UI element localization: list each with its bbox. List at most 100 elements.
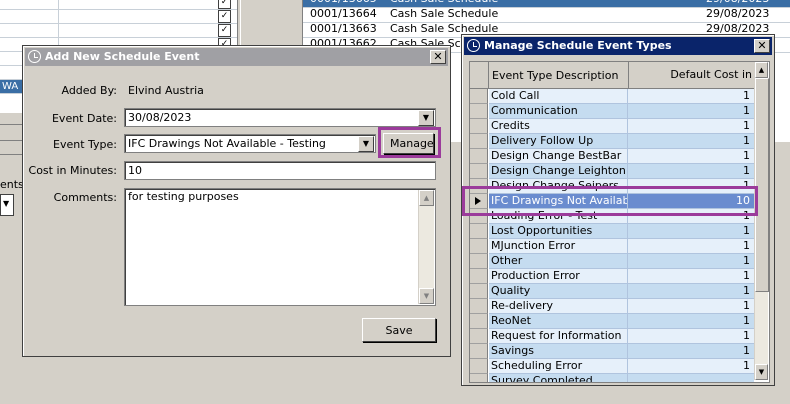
event-type-cost-cell[interactable]: 1 xyxy=(628,239,754,254)
row-indicator[interactable] xyxy=(470,269,488,284)
table-row[interactable]: Credits 1 xyxy=(470,119,754,134)
dialog-title-bar[interactable]: Manage Schedule Event Types ✕ xyxy=(464,37,772,55)
row-indicator[interactable] xyxy=(470,284,488,299)
row-indicator[interactable] xyxy=(470,89,488,104)
event-type-description-cell[interactable]: ReoNet xyxy=(489,314,628,329)
background-dropdown[interactable]: ▼ xyxy=(0,194,14,216)
table-row[interactable]: Loading Error - Test 1 xyxy=(470,209,754,224)
event-type-cost-cell[interactable]: 1 xyxy=(628,209,754,224)
table-row[interactable]: Design Change Leighton 1 xyxy=(470,164,754,179)
table-row[interactable]: Design Change BestBar 1 xyxy=(470,149,754,164)
table-row[interactable]: Request for Information 1 xyxy=(470,329,754,344)
cost-input[interactable]: 10 xyxy=(124,161,436,180)
row-indicator[interactable] xyxy=(470,164,488,179)
table-row[interactable]: Lost Opportunities 1 xyxy=(470,224,754,239)
dialog-title-bar[interactable]: Add New Schedule Event ✕ xyxy=(25,48,448,66)
event-type-cost-cell[interactable]: 1 xyxy=(628,104,754,119)
close-button[interactable]: ✕ xyxy=(430,50,446,64)
event-type-dropdown[interactable]: IFC Drawings Not Available - Testing ▼ xyxy=(124,134,376,153)
table-row[interactable]: Re-delivery 1 xyxy=(470,299,754,314)
event-type-cost-cell[interactable]: 1 xyxy=(628,149,754,164)
event-type-description-cell[interactable]: IFC Drawings Not Available xyxy=(489,194,628,209)
event-type-description-cell[interactable]: Quality xyxy=(489,284,628,299)
grid-scrollbar[interactable]: ▲ ▼ xyxy=(754,62,769,380)
row-indicator[interactable] xyxy=(470,329,488,344)
event-type-description-cell[interactable]: Design Change Leighton xyxy=(489,164,628,179)
row-indicator[interactable] xyxy=(470,224,488,239)
row-indicator[interactable] xyxy=(286,0,303,7)
event-date-picker[interactable]: 30/08/2023 ▼ xyxy=(124,108,436,127)
row-indicator[interactable] xyxy=(470,179,488,194)
scroll-up-icon[interactable]: ▲ xyxy=(755,62,768,78)
row-indicator[interactable] xyxy=(470,254,488,269)
event-type-cost-cell[interactable]: 1 xyxy=(628,299,754,314)
checkbox[interactable]: ✓ xyxy=(218,0,231,9)
row-indicator[interactable] xyxy=(470,374,488,382)
table-row[interactable]: Delivery Follow Up 1 xyxy=(470,134,754,149)
row-indicator[interactable] xyxy=(470,149,488,164)
table-row[interactable]: ✓ xyxy=(0,24,237,38)
manage-button[interactable]: Manage xyxy=(383,133,434,154)
row-indicator[interactable] xyxy=(470,239,488,254)
table-row[interactable]: Production Error 1 xyxy=(470,269,754,284)
scroll-down-icon[interactable]: ▼ xyxy=(419,288,434,304)
event-type-description-cell[interactable]: Re-delivery xyxy=(489,299,628,314)
table-row[interactable]: Quality 1 xyxy=(470,284,754,299)
event-type-description-cell[interactable]: Other xyxy=(489,254,628,269)
row-indicator[interactable] xyxy=(470,314,488,329)
row-indicator[interactable] xyxy=(470,104,488,119)
event-type-cost-cell[interactable]: 1 xyxy=(628,179,754,194)
event-type-cost-cell[interactable] xyxy=(628,374,754,382)
scroll-thumb[interactable] xyxy=(755,78,769,292)
row-indicator[interactable] xyxy=(286,22,303,37)
table-row[interactable]: Design Change Seipers 1 xyxy=(470,179,754,194)
event-type-cost-cell[interactable]: 1 xyxy=(628,134,754,149)
table-row[interactable]: MJunction Error 1 xyxy=(470,239,754,254)
event-type-description-cell[interactable]: Cold Call xyxy=(489,89,628,104)
event-type-description-cell[interactable]: Communication xyxy=(489,104,628,119)
column-header-cost[interactable]: Default Cost in Minutes xyxy=(628,62,754,107)
table-row[interactable]: Other 1 xyxy=(470,254,754,269)
table-row[interactable]: ✓ xyxy=(0,10,237,24)
event-type-cost-cell[interactable]: 1 xyxy=(628,164,754,179)
comments-scrollbar[interactable]: ▲ ▼ xyxy=(418,190,434,304)
column-header-description[interactable]: Event Type Description xyxy=(492,69,618,82)
checkbox[interactable]: ✓ xyxy=(218,10,231,23)
event-type-cost-cell[interactable]: 1 xyxy=(628,269,754,284)
event-type-description-cell[interactable]: Lost Opportunities xyxy=(489,224,628,239)
comments-textarea[interactable]: for testing purposes ▲ ▼ xyxy=(124,188,436,306)
chevron-down-icon[interactable]: ▼ xyxy=(358,136,374,152)
row-indicator[interactable] xyxy=(470,194,488,209)
event-type-cost-cell[interactable]: 1 xyxy=(628,89,754,104)
event-type-description-cell[interactable]: MJunction Error xyxy=(489,239,628,254)
save-button[interactable]: Save xyxy=(362,318,436,342)
table-row[interactable]: Cold Call 1 xyxy=(470,89,754,104)
event-type-cost-cell[interactable]: 1 xyxy=(628,284,754,299)
table-row[interactable]: ✓ xyxy=(0,0,237,10)
event-type-cost-cell[interactable]: 1 xyxy=(628,344,754,359)
checkbox[interactable]: ✓ xyxy=(218,24,231,37)
event-type-description-cell[interactable]: Delivery Follow Up xyxy=(489,134,628,149)
row-indicator[interactable] xyxy=(286,7,303,22)
table-row[interactable]: 0001/13664 Cash Sale Schedule 29/08/2023 xyxy=(286,7,790,23)
close-button[interactable]: ✕ xyxy=(754,39,770,53)
event-type-description-cell[interactable]: Production Error xyxy=(489,269,628,284)
event-type-description-cell[interactable]: Design Change BestBar xyxy=(489,149,628,164)
table-row[interactable]: Scheduling Error 1 xyxy=(470,359,754,374)
event-type-description-cell[interactable]: Design Change Seipers xyxy=(489,179,628,194)
chevron-down-icon[interactable]: ▼ xyxy=(418,110,434,126)
scroll-up-icon[interactable]: ▲ xyxy=(419,190,434,206)
table-row[interactable]: Survey Completed xyxy=(470,374,754,382)
event-type-cost-cell[interactable]: 1 xyxy=(628,119,754,134)
row-indicator[interactable] xyxy=(470,134,488,149)
event-type-description-cell[interactable]: Scheduling Error xyxy=(489,359,628,374)
table-row[interactable]: ReoNet 1 xyxy=(470,314,754,329)
event-type-description-cell[interactable]: Loading Error - Test xyxy=(489,209,628,224)
table-row[interactable]: Communication 1 xyxy=(470,104,754,119)
event-type-cost-cell[interactable]: 1 xyxy=(628,329,754,344)
row-indicator[interactable] xyxy=(470,359,488,374)
row-indicator[interactable] xyxy=(470,119,488,134)
event-type-cost-cell[interactable]: 1 xyxy=(628,254,754,269)
event-type-cost-cell[interactable]: 1 xyxy=(628,224,754,239)
row-indicator[interactable] xyxy=(470,209,488,224)
